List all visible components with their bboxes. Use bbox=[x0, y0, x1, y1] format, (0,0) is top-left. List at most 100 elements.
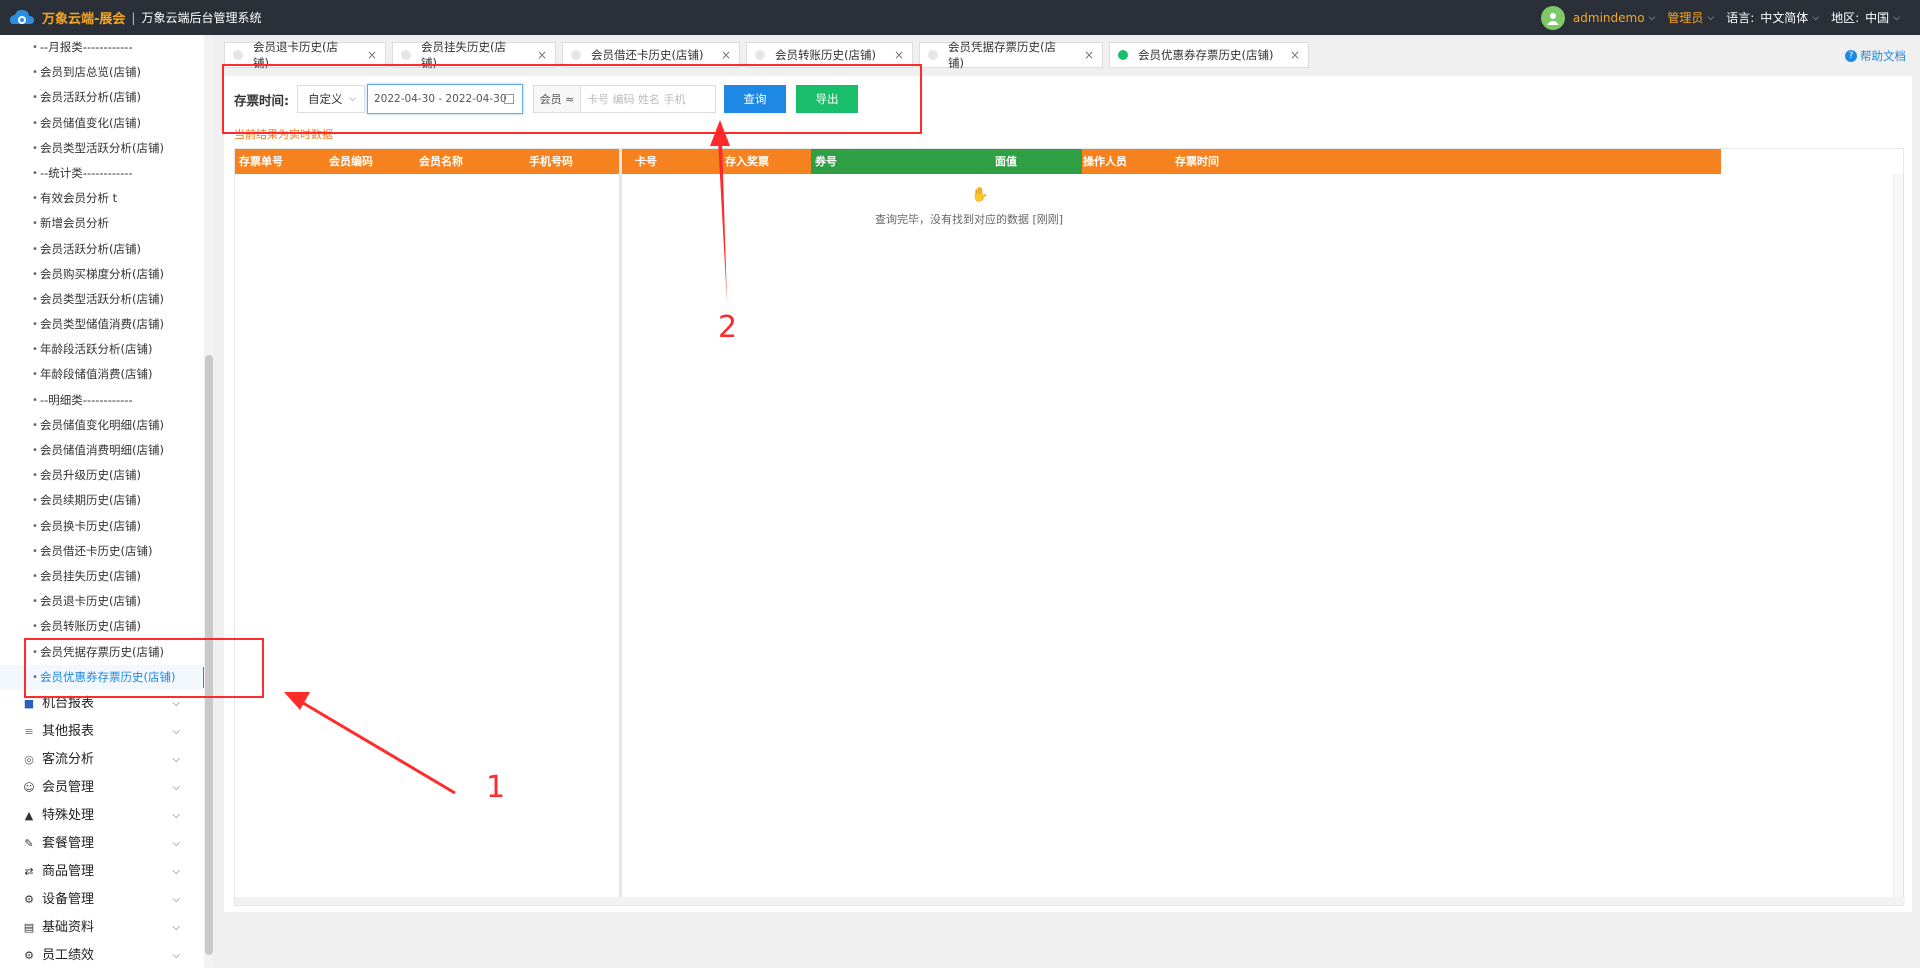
user-name[interactable]: admindemo bbox=[1573, 11, 1645, 25]
close-icon[interactable]: × bbox=[1290, 48, 1300, 62]
hand-icon: ✋ bbox=[971, 187, 989, 203]
fixed-column-divider bbox=[619, 149, 622, 905]
brand-name: 万象云端-展会 bbox=[42, 12, 126, 27]
sidebar-subitem[interactable]: 会员储值变化(店铺) bbox=[0, 111, 204, 136]
chevron-down-icon: ⌵ bbox=[172, 809, 180, 821]
column-header[interactable]: 卡号 bbox=[635, 149, 657, 174]
tab-label: 会员转账历史(店铺) bbox=[775, 48, 876, 62]
table-horizontal-scrollbar[interactable] bbox=[235, 897, 1905, 905]
table-vertical-scrollbar[interactable] bbox=[1893, 174, 1903, 904]
sidebar-group-label: 员工绩效 bbox=[42, 947, 95, 963]
sidebar-group[interactable]: ◎ 客流分析 ⌵ bbox=[0, 746, 204, 774]
sidebar-subitem[interactable]: 会员类型活跃分析(店铺) bbox=[0, 136, 204, 161]
chevron-down-icon: ⌵ bbox=[172, 893, 180, 905]
tab[interactable]: 会员凭据存票历史(店铺) × bbox=[919, 40, 1103, 70]
language-select[interactable]: 中文简体 bbox=[1760, 9, 1808, 26]
layers-icon: ≡ bbox=[24, 724, 34, 738]
column-header[interactable]: 存票时间 bbox=[1175, 149, 1219, 174]
sidebar-group-label: 特殊处理 bbox=[42, 807, 95, 823]
sidebar-group-label: 基础资料 bbox=[42, 919, 95, 935]
sidebar-group[interactable]: ✎ 套餐管理 ⌵ bbox=[0, 830, 204, 858]
close-icon[interactable]: × bbox=[1084, 48, 1094, 62]
sidebar-subitem[interactable]: 会员升级历史(店铺) bbox=[0, 463, 204, 488]
column-header[interactable]: 面值 bbox=[995, 149, 1017, 174]
column-header[interactable]: 手机号码 bbox=[529, 149, 573, 174]
sidebar-group[interactable]: ▤ 基础资料 ⌵ bbox=[0, 914, 204, 942]
chevron-down-icon[interactable]: ⌵ bbox=[1893, 13, 1900, 23]
gear-icon: ⚙ bbox=[24, 948, 34, 962]
chevron-down-icon[interactable]: ⌵ bbox=[1812, 13, 1819, 23]
close-icon[interactable]: × bbox=[721, 48, 731, 62]
column-header[interactable]: 会员编码 bbox=[329, 149, 373, 174]
tab-status-dot bbox=[1118, 50, 1128, 60]
sidebar-group-label: 其他报表 bbox=[42, 723, 95, 739]
sidebar-subitem[interactable]: 年龄段活跃分析(店铺) bbox=[0, 337, 204, 362]
region-label: 地区: bbox=[1831, 11, 1860, 25]
sidebar-subitem[interactable]: 会员转账历史(店铺) bbox=[0, 614, 204, 639]
sidebar-subitem[interactable]: 会员购买梯度分析(店铺) bbox=[0, 262, 204, 287]
annotation-label-1: 1 bbox=[486, 770, 506, 805]
close-icon[interactable]: × bbox=[894, 48, 904, 62]
sidebar-subitem[interactable]: 会员活跃分析(店铺) bbox=[0, 237, 204, 262]
chart-icon: ■ bbox=[23, 696, 35, 710]
sidebar-group-label: 套餐管理 bbox=[42, 835, 95, 851]
sidebar-subitem[interactable]: 会员续期历史(店铺) bbox=[0, 488, 204, 513]
tab-status-dot bbox=[571, 50, 581, 60]
sidebar-subitem[interactable]: 会员活跃分析(店铺) bbox=[0, 85, 204, 110]
avatar[interactable] bbox=[1540, 5, 1565, 30]
sidebar-subitem[interactable]: --月报类------------ bbox=[0, 35, 204, 60]
sidebar-group[interactable]: ▲ 特殊处理 ⌵ bbox=[0, 802, 204, 830]
chevron-down-icon: ⌵ bbox=[172, 837, 180, 849]
language-label: 语言: bbox=[1726, 11, 1755, 25]
sidebar-group-label: 商品管理 bbox=[42, 863, 95, 879]
chevron-down-icon: ⌵ bbox=[172, 753, 180, 765]
sidebar-group[interactable]: ⚙ 设备管理 ⌵ bbox=[0, 886, 204, 914]
sidebar-group[interactable]: ⇄ 商品管理 ⌵ bbox=[0, 858, 204, 886]
sidebar-subitem[interactable]: 会员储值变化明细(店铺) bbox=[0, 413, 204, 438]
column-header[interactable]: 存票单号 bbox=[239, 149, 283, 174]
close-icon[interactable]: × bbox=[367, 48, 377, 62]
annotation-label-2: 2 bbox=[718, 310, 738, 345]
close-icon[interactable]: × bbox=[537, 48, 547, 62]
swap-icon: ⇄ bbox=[24, 864, 34, 878]
sidebar-subitem[interactable]: --明细类------------ bbox=[0, 388, 204, 413]
column-header[interactable]: 会员名称 bbox=[419, 149, 463, 174]
chevron-down-icon[interactable]: ⌵ bbox=[1649, 13, 1656, 23]
sidebar-subitem[interactable]: 有效会员分析 t bbox=[0, 186, 204, 211]
sidebar-group[interactable]: ≡ 其他报表 ⌵ bbox=[0, 718, 204, 746]
user-avatar-icon bbox=[1546, 12, 1559, 25]
role-menu[interactable]: 管理员 bbox=[1667, 9, 1703, 26]
sidebar-subitem[interactable]: 会员类型活跃分析(店铺) bbox=[0, 287, 204, 312]
sidebar-group-label: 设备管理 bbox=[42, 891, 95, 907]
annotation-box-2 bbox=[222, 64, 922, 134]
region-select[interactable]: 中国 bbox=[1865, 9, 1889, 26]
sidebar-subitem[interactable]: 会员借还卡历史(店铺) bbox=[0, 539, 204, 564]
help-link[interactable]: ? 帮助文档 bbox=[1845, 48, 1906, 64]
sidebar-subitem[interactable]: 会员挂失历史(店铺) bbox=[0, 564, 204, 589]
sidebar-subitem[interactable]: 年龄段储值消费(店铺) bbox=[0, 362, 204, 387]
help-label: 帮助文档 bbox=[1860, 49, 1906, 63]
column-header[interactable]: 操作人员 bbox=[1083, 149, 1127, 174]
column-header[interactable]: 存入奖票 bbox=[725, 149, 769, 174]
cloud-logo-icon bbox=[9, 9, 34, 24]
sidebar-group[interactable]: ⚙ 员工绩效 ⌵ bbox=[0, 942, 204, 968]
annotation-box-1 bbox=[24, 638, 264, 698]
sidebar-subitem[interactable]: 会员到店总览(店铺) bbox=[0, 60, 204, 85]
user-icon: ☺ bbox=[23, 780, 35, 794]
sidebar-group-label: 客流分析 bbox=[42, 751, 95, 767]
brand[interactable]: 万象云端-展会 | 万象云端后台管理系统 bbox=[0, 0, 261, 35]
tab[interactable]: 会员优惠券存票历史(店铺) × bbox=[1109, 42, 1309, 68]
sidebar-group[interactable]: ☺ 会员管理 ⌵ bbox=[0, 774, 204, 802]
sidebar-subitem[interactable]: 会员退卡历史(店铺) bbox=[0, 589, 204, 614]
sidebar-subitem[interactable]: --统计类------------ bbox=[0, 161, 204, 186]
column-header[interactable]: 券号 bbox=[815, 149, 837, 174]
chevron-down-icon: ⌵ bbox=[172, 865, 180, 877]
sidebar-subitem[interactable]: 会员储值消费明细(店铺) bbox=[0, 438, 204, 463]
sidebar-subitem[interactable]: 新增会员分析 bbox=[0, 211, 204, 236]
tab-label: 会员凭据存票历史(店铺) bbox=[948, 40, 1056, 70]
sidebar-subitem[interactable]: 会员换卡历史(店铺) bbox=[0, 514, 204, 539]
document-icon: ▤ bbox=[23, 920, 35, 934]
sidebar-scrollbar[interactable] bbox=[204, 35, 214, 968]
chevron-down-icon[interactable]: ⌵ bbox=[1707, 13, 1714, 23]
sidebar-subitem[interactable]: 会员类型储值消费(店铺) bbox=[0, 312, 204, 337]
